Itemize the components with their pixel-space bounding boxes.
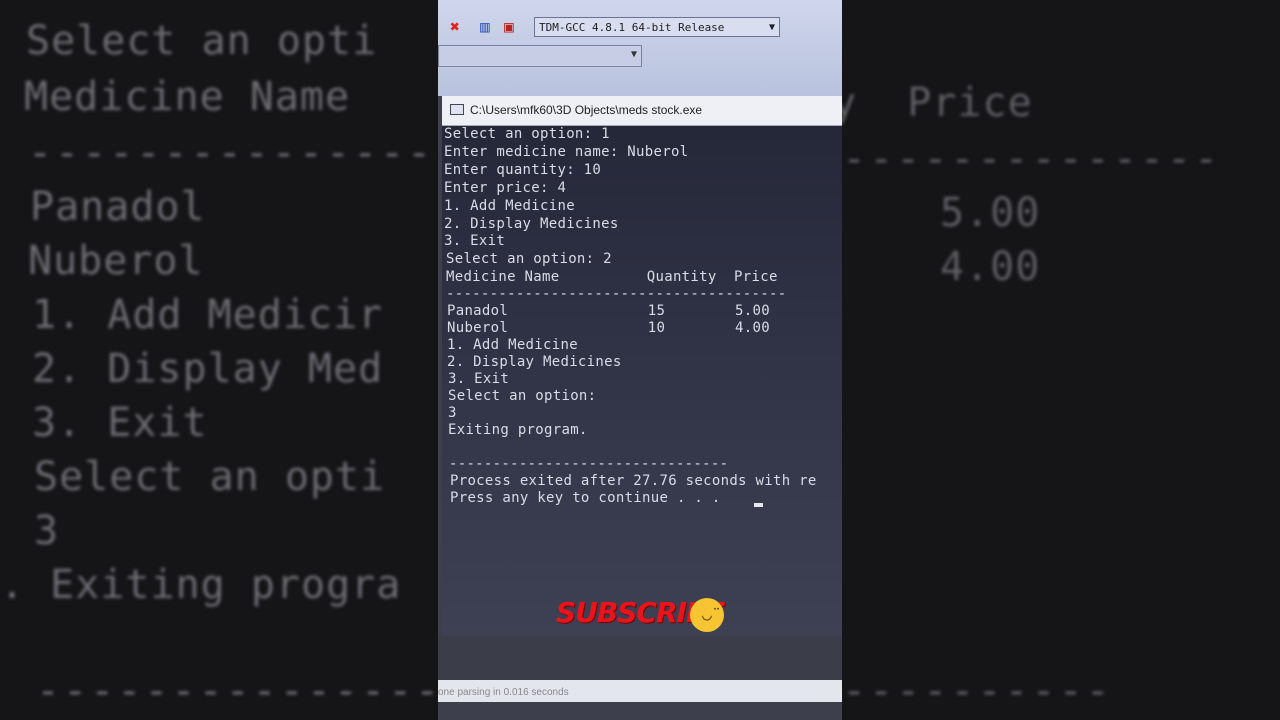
scope-select[interactable]: ▼ [438,45,642,67]
console-line: 1. Add Medicine [444,198,575,214]
chevron-down-icon: ▼ [768,22,775,33]
text-cursor [754,503,763,507]
console-table-row: Panadol 15 5.00 [447,303,770,319]
console-line: 3. Exit [448,371,510,387]
console-line: Process exited after 27.76 seconds with … [450,473,817,489]
blur-line: Select an opti [34,454,386,500]
blur-line: y Price [842,80,1033,126]
console-line: Enter price: 4 [444,180,567,196]
console-line: 1. Add Medicine [447,337,578,353]
blur-line: 5.00 [940,190,1041,236]
console-line: 3. Exit [444,233,506,249]
console-window-title: C:\Users\mfk60\3D Objects\meds stock.exe [442,96,842,126]
ide-toolbar: ✖ ▥ ▣ TDM-GCC 4.8.1 64-bit Release ▼ ▼ [438,0,842,96]
blur-line: ---------------- [36,668,438,714]
ide-panel [438,636,842,680]
blur-line: Medicine Name [24,74,351,120]
status-text: one parsing in 0.016 seconds [438,687,569,698]
console-line: Press any key to continue . . . [450,490,721,506]
console-divider: -------------------------------- [449,456,729,472]
console-line: Enter medicine name: Nuberol [444,144,689,160]
blur-line: 3. Exit [32,400,208,446]
console-table-row: Nuberol 10 4.00 [447,320,770,336]
console-line: Select an option: 2 [446,251,612,267]
background-blur-left: Select an opti Medicine Name -----------… [0,0,438,720]
compiler-select[interactable]: TDM-GCC 4.8.1 64-bit Release ▼ [534,17,780,37]
debug-icon[interactable]: ▣ [500,18,518,36]
background-blur-right: y Price -------------- 5.00 4.00 -------… [842,0,1280,720]
chart-icon[interactable]: ▥ [476,18,494,36]
console-line: Select an option: 1 [444,126,610,142]
blur-line: Select an opti [26,18,378,64]
chevron-down-icon: ▼ [630,49,637,60]
upside-down-face-icon: ◡̈ [690,598,724,632]
console-line: Exiting program. [448,422,588,438]
console-line: Select an option: [448,388,597,404]
console-line: 3 [448,405,457,421]
console-divider: --------------------------------------- [446,286,787,302]
close-icon[interactable]: ✖ [446,18,464,36]
console-line: 2. Display Medicines [444,216,619,232]
blur-line: 2. Display Med [32,346,384,392]
blur-line: 4.00 [940,244,1041,290]
console-window-icon [450,104,464,115]
blur-line: . Exiting progra [0,562,402,608]
compiler-select-value: TDM-GCC 4.8.1 64-bit Release [539,21,725,34]
console-line: Enter quantity: 10 [444,162,602,178]
blur-line: 3 [34,508,60,554]
blur-line: 1. Add Medicir [32,292,384,338]
console-output: Select an option: 1 Enter medicine name:… [442,126,842,636]
blur-line: -------------- [842,136,1222,182]
blur-line: Panadol [30,184,206,230]
blur-line: Nuberol [28,238,204,284]
console-title-text: C:\Users\mfk60\3D Objects\meds stock.exe [470,103,703,117]
blur-line: ---------------- [28,130,438,176]
console-table-header: Medicine Name Quantity Price [446,269,778,285]
blur-line: ---------- [842,668,1113,714]
status-bar: one parsing in 0.016 seconds [438,680,842,702]
console-line: 2. Display Medicines [447,354,622,370]
